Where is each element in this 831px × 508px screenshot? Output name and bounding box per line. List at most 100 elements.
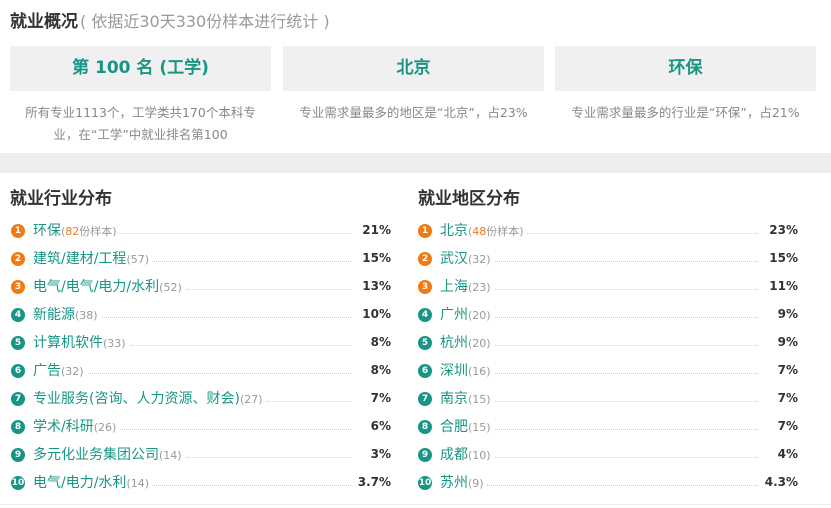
rank-badge: 8 [11, 420, 25, 434]
rank-badge: 10 [418, 476, 432, 490]
industry-list-item[interactable]: 1 环保(82份样本) 21% [11, 218, 391, 246]
item-name[interactable]: 建筑/建材/工程 [33, 251, 126, 267]
item-name[interactable]: 多元化业务集团公司 [33, 447, 159, 463]
item-label: 成都(10) [440, 442, 494, 468]
top-region-card: 北京 专业需求量最多的地区是“北京”，占23% [283, 46, 544, 124]
rank-badge: 8 [418, 420, 432, 434]
item-percentage: 10% [359, 302, 391, 326]
item-label: 计算机软件(33) [33, 330, 129, 356]
item-percentage: 7% [367, 386, 391, 410]
item-percentage: 4% [774, 442, 798, 466]
region-list-item[interactable]: 7 南京(15) 7% [418, 386, 798, 414]
region-list-item[interactable]: 8 合肥(15) 7% [418, 414, 798, 442]
item-label: 杭州(20) [440, 330, 494, 356]
item-percentage: 3.7% [354, 470, 391, 494]
region-list-item[interactable]: 2 武汉(32) 15% [418, 246, 798, 274]
item-count: (82份样本) [61, 225, 117, 238]
rank-badge: 6 [11, 364, 25, 378]
sample-count: 27 [244, 393, 259, 406]
page-title-main: 就业概况 [10, 12, 78, 32]
item-count: (20) [468, 309, 491, 322]
industry-list-item[interactable]: 8 学术/科研(26) 6% [11, 414, 391, 442]
item-name[interactable]: 电气/电气/电力/水利 [33, 279, 159, 295]
item-percentage: 7% [774, 358, 798, 382]
sample-count: 16 [472, 365, 487, 378]
region-list-item[interactable]: 10 苏州(9) 4.3% [418, 470, 798, 498]
rank-badge: 5 [418, 336, 432, 350]
item-name[interactable]: 计算机软件 [33, 335, 103, 351]
item-name[interactable]: 北京 [440, 223, 468, 239]
region-list-item[interactable]: 3 上海(23) 11% [418, 274, 798, 302]
item-label: 学术/科研(26) [33, 414, 120, 440]
item-name[interactable]: 广告 [33, 363, 61, 379]
item-label: 上海(23) [440, 274, 494, 300]
rank-badge: 10 [11, 476, 25, 490]
item-name[interactable]: 新能源 [33, 307, 75, 323]
item-count: (32) [468, 253, 491, 266]
summary-cards: 第 100 名 (工学) 所有专业1113个，工学类共170个本科专业，在“工学… [10, 46, 831, 146]
item-name[interactable]: 合肥 [440, 419, 468, 435]
rank-badge: 7 [11, 392, 25, 406]
item-count: (32) [61, 365, 84, 378]
region-list-item[interactable]: 1 北京(48份样本) 23% [418, 218, 798, 246]
item-name[interactable]: 电气/电力/水利 [33, 475, 126, 491]
item-percentage: 23% [766, 218, 798, 242]
item-count: (16) [468, 365, 491, 378]
item-count: (38) [75, 309, 98, 322]
item-count: (57) [126, 253, 150, 266]
item-count: (33) [103, 337, 126, 350]
item-count: (15) [468, 393, 491, 406]
rank-badge: 1 [11, 224, 25, 238]
item-name[interactable]: 南京 [440, 391, 468, 407]
rank-badge: 4 [11, 308, 25, 322]
industry-list-item[interactable]: 3 电气/电气/电力/水利(52) 13% [11, 274, 391, 302]
item-label: 电气/电力/水利(14) [33, 470, 153, 496]
dotted-leader [440, 485, 758, 486]
rank-badge: 9 [11, 448, 25, 462]
sample-count: 23 [472, 281, 487, 294]
item-name[interactable]: 广州 [440, 307, 468, 323]
industry-list-item[interactable]: 5 计算机软件(33) 8% [11, 330, 391, 358]
top-industry-card: 环保 专业需求量最多的行业是“环保”，占21% [555, 46, 816, 124]
item-label: 多元化业务集团公司(14) [33, 442, 185, 468]
rank-badge: 1 [418, 224, 432, 238]
region-list-item[interactable]: 4 广州(20) 9% [418, 302, 798, 330]
industry-list-item[interactable]: 9 多元化业务集团公司(14) 3% [11, 442, 391, 470]
item-count: (14) [159, 449, 182, 462]
industry-list-item[interactable]: 7 专业服务(咨询、人力资源、财会)(27) 7% [11, 386, 391, 414]
page-title: 就业概况( 依据近30天330份样本进行统计 ) [10, 9, 330, 35]
item-label: 建筑/建材/工程(57) [33, 246, 153, 272]
region-section-title: 就业地区分布 [418, 189, 520, 209]
item-name[interactable]: 成都 [440, 447, 468, 463]
sample-count: 26 [98, 421, 113, 434]
sample-count: 20 [472, 337, 487, 350]
industry-list-item[interactable]: 6 广告(32) 8% [11, 358, 391, 386]
item-count: (26) [93, 421, 117, 434]
industry-list-item[interactable]: 4 新能源(38) 10% [11, 302, 391, 330]
rank-card-desc: 所有专业1113个，工学类共170个本科专业，在“工学”中就业排名第100 [25, 105, 256, 142]
item-name[interactable]: 专业服务(咨询、人力资源、财会) [33, 391, 240, 407]
sample-count: 10 [472, 449, 487, 462]
item-name[interactable]: 深圳 [440, 363, 468, 379]
sample-count: 15 [472, 393, 487, 406]
industry-list-item[interactable]: 2 建筑/建材/工程(57) 15% [11, 246, 391, 274]
region-list-item[interactable]: 5 杭州(20) 9% [418, 330, 798, 358]
item-count: (48份样本) [468, 225, 524, 238]
item-name[interactable]: 杭州 [440, 335, 468, 351]
industry-list-item[interactable]: 10 电气/电力/水利(14) 3.7% [11, 470, 391, 498]
rank-badge: 6 [418, 364, 432, 378]
item-name[interactable]: 上海 [440, 279, 468, 295]
rank-badge: 5 [11, 336, 25, 350]
rank-card: 第 100 名 (工学) 所有专业1113个，工学类共170个本科专业，在“工学… [10, 46, 271, 146]
item-count: (15) [468, 421, 491, 434]
item-name[interactable]: 苏州 [440, 475, 468, 491]
item-name[interactable]: 学术/科研 [33, 419, 94, 435]
sample-count: 48 [472, 225, 487, 238]
rank-badge: 2 [418, 252, 432, 266]
region-list-item[interactable]: 6 深圳(16) 7% [418, 358, 798, 386]
sample-count: 14 [163, 449, 178, 462]
bottom-divider [0, 504, 831, 505]
region-list-item[interactable]: 9 成都(10) 4% [418, 442, 798, 470]
item-name[interactable]: 武汉 [440, 251, 468, 267]
item-name[interactable]: 环保 [33, 223, 61, 239]
